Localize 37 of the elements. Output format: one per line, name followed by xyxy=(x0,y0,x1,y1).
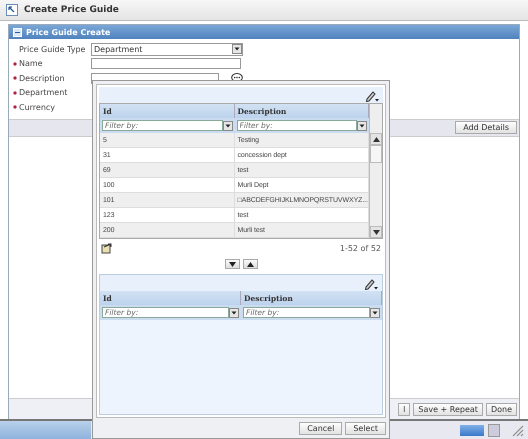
window-title: Create Price Guide xyxy=(24,5,119,15)
app-icon xyxy=(6,4,18,16)
move-down-button[interactable] xyxy=(224,259,240,269)
taskbar-button[interactable] xyxy=(460,424,484,436)
field-label: Description xyxy=(19,74,66,83)
caret-icon[interactable] xyxy=(229,308,239,318)
footer-button[interactable]: l xyxy=(398,402,410,416)
scroll-down-button[interactable] xyxy=(370,226,382,238)
pencil-icon[interactable] xyxy=(365,88,379,102)
add-details-button[interactable]: Add Details xyxy=(455,121,517,134)
collapse-icon[interactable] xyxy=(13,28,22,36)
export-icon[interactable] xyxy=(101,242,113,254)
field-label: Price Guide Type xyxy=(19,44,86,54)
scroll-up-button[interactable] xyxy=(370,133,382,145)
caret-icon[interactable] xyxy=(222,120,232,130)
field-label: Name xyxy=(19,59,44,68)
caret-icon[interactable] xyxy=(357,120,367,130)
input-field[interactable] xyxy=(91,58,241,70)
pencil-icon[interactable] xyxy=(364,276,378,290)
type-dropdown[interactable]: Department xyxy=(91,42,243,56)
scroll-thumb[interactable] xyxy=(370,145,382,163)
scrollbar[interactable] xyxy=(369,104,382,238)
up-arrow-icon[interactable] xyxy=(246,262,254,266)
panel-title: Price Guide Create xyxy=(26,28,110,36)
footer-button[interactable]: Save + Repeat xyxy=(413,402,483,416)
field-label: Department xyxy=(19,88,68,98)
field-label: Currency xyxy=(19,102,56,112)
dialog-button[interactable]: Select xyxy=(345,422,386,434)
footer-button[interactable]: Done xyxy=(486,402,517,416)
down-arrow-icon[interactable] xyxy=(228,262,236,266)
move-up-button[interactable] xyxy=(242,259,258,269)
record-count: 1-52 of 52 xyxy=(340,244,381,252)
caret-icon[interactable] xyxy=(370,308,380,318)
resize-grip-icon[interactable] xyxy=(510,423,524,437)
scroll-down-icon[interactable] xyxy=(372,230,380,234)
dialog-button[interactable]: Cancel xyxy=(299,422,342,434)
caret-icon[interactable] xyxy=(232,44,242,54)
